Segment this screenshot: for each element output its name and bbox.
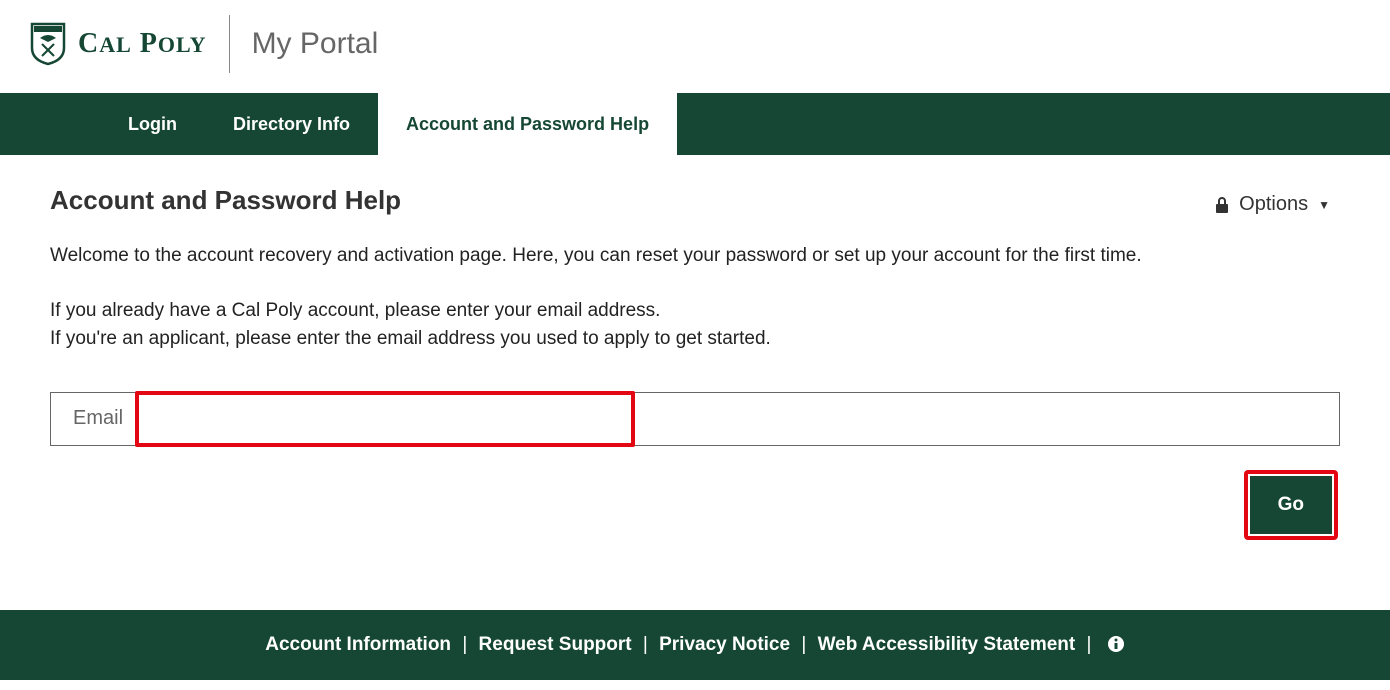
- tab-login[interactable]: Login: [100, 93, 205, 155]
- footer-link-request-support[interactable]: Request Support: [479, 634, 632, 655]
- go-button-row: Go: [50, 470, 1340, 540]
- options-label: Options: [1239, 193, 1308, 216]
- email-label: Email: [51, 393, 135, 445]
- lock-icon: [1215, 197, 1229, 213]
- footer-link-privacy[interactable]: Privacy Notice: [659, 634, 790, 655]
- portal-title: My Portal: [252, 27, 379, 61]
- footer-link-accessibility[interactable]: Web Accessibility Statement: [818, 634, 1076, 655]
- chevron-down-icon: ▼: [1318, 198, 1330, 212]
- nav-bar: Login Directory Info Account and Passwor…: [0, 93, 1390, 155]
- brand-text: CAL POLY: [78, 28, 207, 60]
- email-field-row: Email: [50, 392, 1340, 446]
- email-input[interactable]: [139, 395, 631, 443]
- instruction-line-1: If you already have a Cal Poly account, …: [50, 297, 1340, 326]
- options-dropdown[interactable]: Options ▼: [1215, 193, 1330, 216]
- go-button[interactable]: Go: [1250, 476, 1332, 534]
- tab-account-password-help[interactable]: Account and Password Help: [378, 93, 677, 155]
- footer-link-account-info[interactable]: Account Information: [265, 634, 451, 655]
- instruction-text: If you already have a Cal Poly account, …: [50, 297, 1340, 354]
- tab-directory-info[interactable]: Directory Info: [205, 93, 378, 155]
- main-content: Account and Password Help Options ▼ Welc…: [0, 155, 1390, 570]
- header: CAL POLY My Portal: [0, 0, 1390, 93]
- instruction-line-2: If you're an applicant, please enter the…: [50, 325, 1340, 354]
- email-input-highlight: [135, 391, 635, 447]
- brand-logo-group[interactable]: CAL POLY: [30, 22, 207, 66]
- shield-icon: [30, 22, 66, 66]
- header-divider: [229, 15, 230, 73]
- intro-text: Welcome to the account recovery and acti…: [50, 242, 1340, 271]
- page-title: Account and Password Help: [50, 185, 1340, 216]
- go-button-highlight: Go: [1244, 470, 1338, 540]
- info-icon[interactable]: [1107, 635, 1125, 653]
- footer: Account Information | Request Support | …: [0, 610, 1390, 680]
